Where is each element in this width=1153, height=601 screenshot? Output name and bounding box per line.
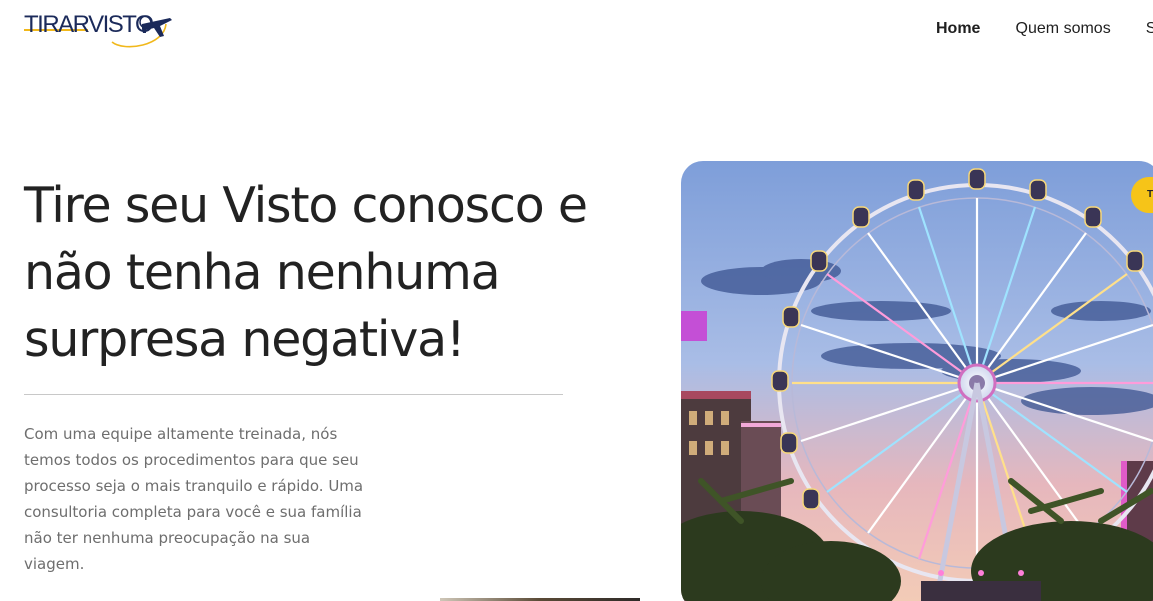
nav-home-link[interactable]: Home: [936, 20, 980, 38]
hero-headline: Tire seu Visto conosco e não tenha nenhu…: [24, 177, 588, 368]
hero-divider: [24, 394, 563, 395]
main-nav: Home Quem somos S: [936, 18, 1153, 38]
hero-paragraph: Com uma equipe altamente treinada, nós t…: [24, 425, 364, 573]
logo-text: TIRARVISTO: [24, 11, 154, 38]
nav-quem-somos-link[interactable]: Quem somos: [1016, 20, 1111, 38]
ferris-wheel-photo-icon: [681, 161, 1153, 601]
nav-services-link[interactable]: S: [1146, 20, 1153, 38]
page: TIRARVISTO Home Quem somos S Tire seu Vi…: [0, 0, 1153, 601]
site-logo[interactable]: TIRARVISTO: [24, 8, 174, 52]
hero-image: [681, 161, 1153, 601]
